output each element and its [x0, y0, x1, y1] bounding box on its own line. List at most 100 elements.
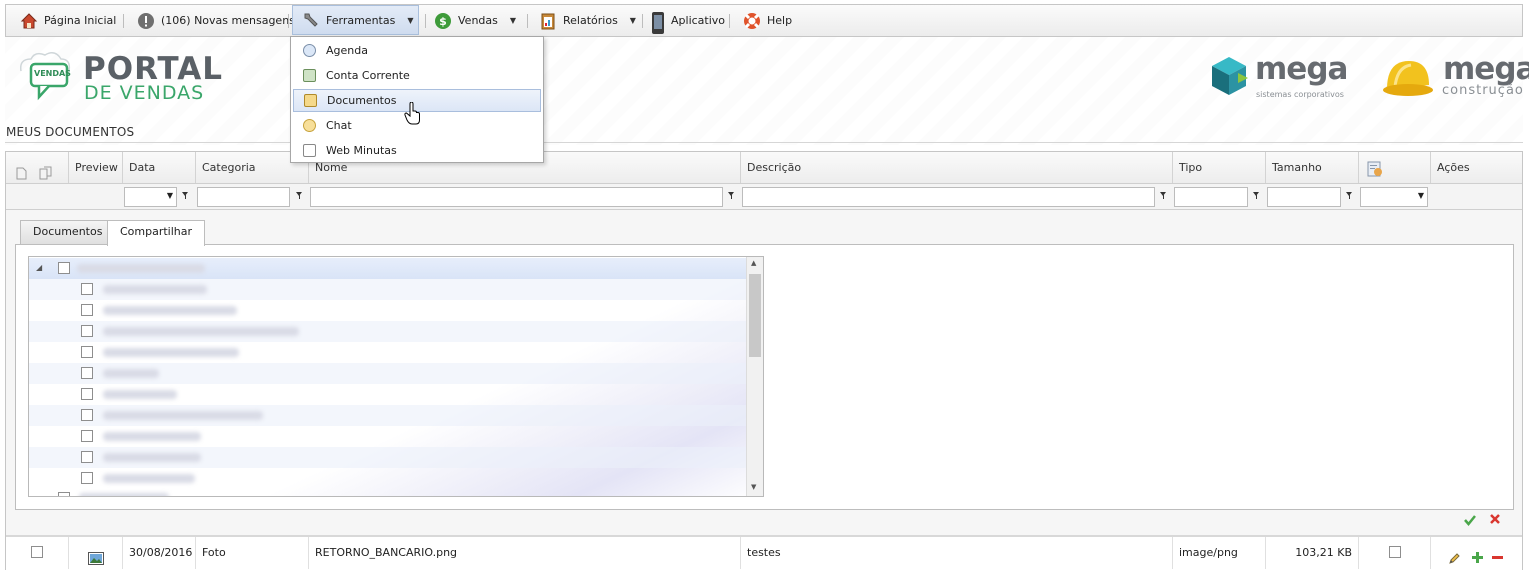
filter-descricao-input[interactable] — [742, 187, 1155, 207]
redacted-text — [103, 348, 239, 357]
title-divider — [5, 142, 1523, 143]
mega-brand: mega — [1255, 51, 1348, 87]
column-shared[interactable] — [1359, 152, 1431, 183]
nav-messages[interactable]: (106) Novas mensagens — [137, 5, 295, 36]
filter-categoria-funnel-icon[interactable] — [296, 192, 303, 199]
tree-checkbox[interactable] — [81, 367, 93, 379]
chevron-down-icon: ▼ — [166, 191, 173, 200]
nav-help-label: Help — [767, 14, 793, 27]
row-shared-checkbox[interactable] — [1389, 546, 1401, 558]
tree-row[interactable] — [29, 405, 747, 426]
filter-tipo-funnel-icon[interactable] — [1253, 192, 1260, 199]
nav-help[interactable]: Help — [743, 5, 792, 36]
filter-tipo-input[interactable] — [1174, 187, 1248, 207]
nav-home[interactable]: Página Inicial — [20, 5, 116, 36]
tree-checkbox[interactable] — [81, 346, 93, 358]
scroll-up-icon[interactable]: ▲ — [751, 259, 756, 267]
tree-checkbox[interactable] — [58, 262, 70, 274]
tree-row[interactable] — [29, 300, 747, 321]
menu-item-label: Documentos — [327, 94, 397, 107]
expand-arrow-icon[interactable]: ◢ — [36, 263, 42, 272]
row-shared-cell — [1359, 537, 1431, 569]
tree-checkbox[interactable] — [81, 388, 93, 400]
tab-compartilhar[interactable]: Compartilhar — [107, 220, 206, 246]
tree-scrollbar[interactable]: ▲ ▼ — [746, 257, 763, 496]
tree-row[interactable] — [29, 489, 747, 496]
tree-checkbox[interactable] — [81, 283, 93, 295]
column-descricao[interactable]: Descrição — [741, 152, 1173, 183]
menu-item-agenda[interactable]: Agenda — [293, 39, 541, 62]
filter-categoria-input[interactable] — [197, 187, 290, 207]
redacted-text — [79, 493, 169, 496]
tree-row[interactable]: ◢ — [29, 258, 747, 279]
menu-item-label: Agenda — [326, 44, 368, 57]
filter-tamanho-input[interactable] — [1267, 187, 1341, 207]
menu-item-label: Web Minutas — [326, 144, 397, 157]
mega-brand-sub: sistemas corporativos — [1256, 90, 1344, 99]
column-preview[interactable]: Preview — [69, 152, 123, 183]
nav-app[interactable]: Aplicativo — [651, 5, 725, 36]
tree-row[interactable] — [29, 468, 747, 489]
chevron-down-icon: ▼ — [629, 16, 636, 25]
edit-pencil-icon[interactable] — [1448, 546, 1461, 578]
tree-row[interactable] — [29, 342, 747, 363]
page-title: MEUS DOCUMENTOS — [6, 125, 135, 139]
column-data[interactable]: Data — [123, 152, 196, 183]
scrollbar-thumb[interactable] — [749, 274, 761, 357]
row-type: image/png — [1173, 537, 1266, 569]
grid-header: Preview Data Categoria Nome Descrição Ti… — [6, 152, 1522, 184]
column-tamanho[interactable]: Tamanho — [1266, 152, 1359, 183]
row-preview-cell[interactable] — [69, 537, 123, 569]
helmet-icon — [1381, 55, 1435, 99]
redacted-text — [77, 264, 205, 273]
row-name: RETORNO_BANCARIO.png — [309, 537, 741, 569]
tree-checkbox[interactable] — [81, 325, 93, 337]
menu-item-web-minutas[interactable]: Web Minutas — [293, 139, 541, 162]
filter-data-combo[interactable]: ▼ — [124, 187, 177, 207]
nav-app-label: Aplicativo — [671, 14, 726, 27]
menu-item-conta-corrente[interactable]: Conta Corrente — [293, 64, 541, 87]
redacted-text — [103, 327, 299, 336]
tree-row[interactable] — [29, 384, 747, 405]
tree-row[interactable] — [29, 447, 747, 468]
table-row[interactable]: 30/08/2016 Foto RETORNO_BANCARIO.png tes… — [6, 536, 1522, 570]
mobile-icon — [651, 11, 665, 34]
chat-bubble-icon — [303, 119, 316, 132]
filter-nome-funnel-icon[interactable] — [728, 192, 735, 199]
tree-row[interactable] — [29, 363, 747, 384]
filter-tamanho-funnel-icon[interactable] — [1346, 192, 1353, 199]
filter-nome-input[interactable] — [310, 187, 723, 207]
remove-minus-icon[interactable] — [1491, 545, 1504, 577]
image-preview-icon[interactable] — [88, 546, 104, 578]
row-checkbox[interactable] — [31, 546, 43, 558]
tree-checkbox[interactable] — [81, 304, 93, 316]
filter-shared-combo[interactable]: ▼ — [1360, 187, 1428, 207]
tab-documentos[interactable]: Documentos — [20, 220, 116, 244]
tree-checkbox[interactable] — [81, 472, 93, 484]
column-acoes: Ações — [1437, 161, 1470, 174]
tree-row[interactable] — [29, 279, 747, 300]
nav-sales[interactable]: $ Vendas ▼ — [434, 5, 516, 36]
tree-checkbox[interactable] — [81, 430, 93, 442]
row-actions-cell — [1431, 537, 1524, 569]
tree-checkbox[interactable] — [81, 409, 93, 421]
add-plus-icon[interactable] — [1471, 545, 1484, 577]
nav-reports-label: Relatórios — [563, 14, 618, 27]
cancel-x-icon[interactable] — [1489, 513, 1501, 528]
redacted-text — [103, 453, 201, 462]
tree-checkbox[interactable] — [81, 451, 93, 463]
lifebuoy-icon — [743, 12, 761, 30]
confirm-check-icon[interactable] — [1463, 513, 1477, 530]
tree-row[interactable] — [29, 321, 747, 342]
nav-reports[interactable]: Relatórios ▼ — [539, 5, 636, 36]
tree-row[interactable] — [29, 426, 747, 447]
nav-sales-label: Vendas — [458, 14, 498, 27]
nav-tools[interactable]: Ferramentas ▼ — [292, 5, 419, 35]
wrench-icon — [302, 11, 320, 29]
scroll-down-icon[interactable]: ▼ — [751, 483, 756, 491]
filter-data-funnel-icon[interactable] — [182, 192, 189, 199]
filter-descricao-funnel-icon[interactable] — [1160, 192, 1167, 199]
tree-checkbox[interactable] — [58, 492, 70, 496]
column-tipo[interactable]: Tipo — [1173, 152, 1266, 183]
chevron-down-icon: ▼ — [407, 15, 414, 25]
